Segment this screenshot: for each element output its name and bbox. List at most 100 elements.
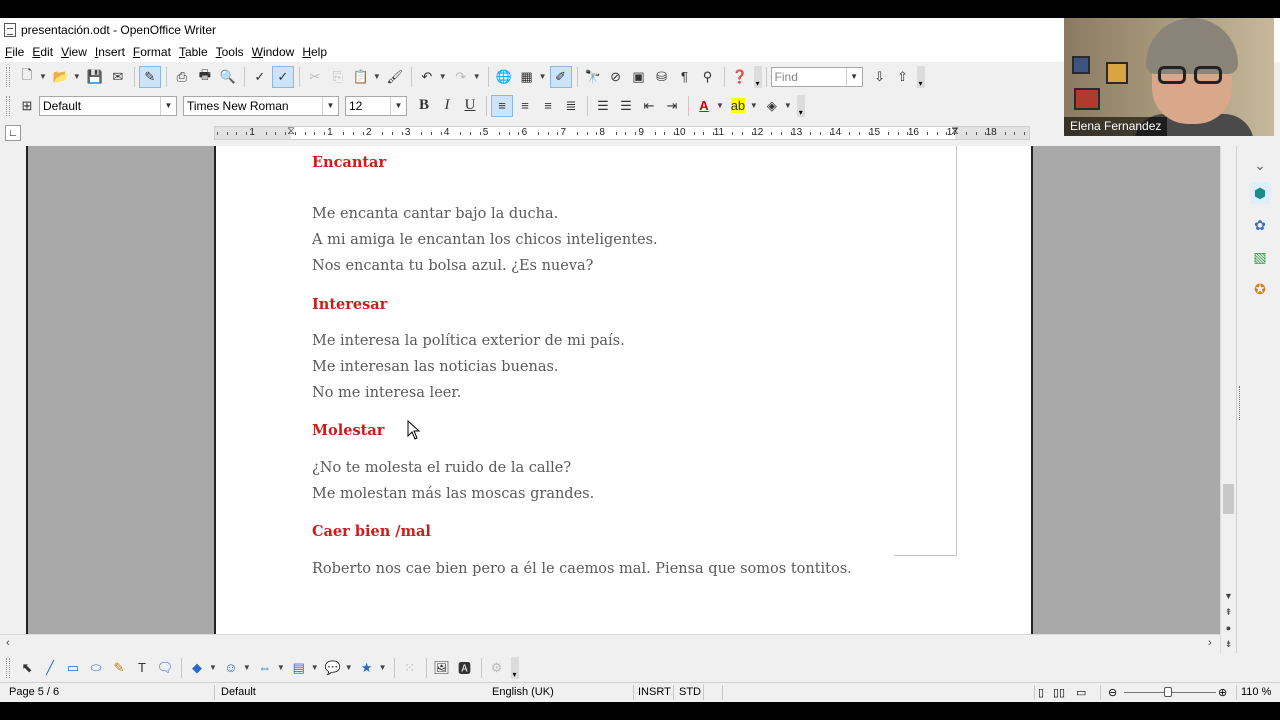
highlighting-icon[interactable]: ab [727, 95, 749, 117]
scroll-down-icon[interactable]: ▼ [1221, 589, 1236, 603]
ellipse-icon[interactable]: ⬭ [85, 657, 107, 679]
navigation-icon[interactable]: ● [1221, 621, 1236, 635]
gallery-icon[interactable]: ▧ [1249, 246, 1271, 268]
scroll-right-icon[interactable]: › [1208, 637, 1212, 649]
new-document-icon[interactable]: 🗋 [16, 66, 38, 88]
zoom-level-status[interactable]: 110 % [1241, 686, 1271, 698]
scroll-left-icon[interactable]: ‹ [6, 637, 10, 649]
numbering-icon[interactable]: ☰ [592, 95, 614, 117]
horizontal-scrollbar[interactable]: ‹ › [0, 634, 1220, 653]
font-name-select[interactable]: Times New Roman ▼ [183, 95, 339, 116]
gallery-icon[interactable]: ▣ [628, 66, 650, 88]
sidebar-menu-icon[interactable]: ⌄ [1249, 154, 1271, 176]
zoom-slider-handle[interactable] [1164, 687, 1172, 697]
navigator-icon[interactable]: ⊘ [605, 66, 627, 88]
find-replace-icon[interactable]: 🔭 [582, 66, 604, 88]
find-next-icon[interactable]: ⇩ [869, 66, 891, 88]
data-sources-icon[interactable]: ⛁ [651, 66, 673, 88]
flowcharts-dropdown-icon[interactable]: ▼ [311, 663, 319, 672]
new-dropdown-icon[interactable]: ▼ [39, 72, 47, 81]
select-pointer-icon[interactable]: ⬉ [16, 657, 38, 679]
vertical-scrollbar[interactable]: ▼ ⇞ ● ⇟ [1220, 146, 1235, 654]
line-icon[interactable]: ╱ [39, 657, 61, 679]
page-number-status[interactable]: Page 5 / 6 [9, 686, 59, 698]
open-folder-icon[interactable]: 📂 [50, 66, 72, 88]
freeform-line-icon[interactable]: ✎ [108, 657, 130, 679]
font-color-icon[interactable]: A [693, 95, 715, 117]
flowcharts-icon[interactable]: ▤ [288, 657, 310, 679]
properties-icon[interactable]: ⬢ [1249, 182, 1271, 204]
help-icon[interactable]: ❓ [729, 66, 751, 88]
print-preview-icon[interactable]: 🔍 [217, 66, 239, 88]
undo-dropdown-icon[interactable]: ▼ [439, 72, 447, 81]
paste-dropdown-icon[interactable]: ▼ [373, 72, 381, 81]
extrusion-icon[interactable]: ⚙ [486, 657, 508, 679]
align-left-icon[interactable]: ≡ [491, 94, 513, 117]
redo-dropdown-icon[interactable]: ▼ [473, 72, 481, 81]
italic-icon[interactable]: I [436, 95, 458, 117]
next-page-icon[interactable]: ⇟ [1221, 637, 1236, 651]
copy-icon[interactable]: ⎘ [327, 66, 349, 88]
symbol-shapes-dropdown-icon[interactable]: ▼ [243, 663, 251, 672]
tab-type-selector[interactable]: ∟ [5, 125, 21, 141]
basic-shapes-dropdown-icon[interactable]: ▼ [209, 663, 217, 672]
toolbar-overflow-icon[interactable]: ▾ [753, 65, 762, 88]
underline-icon[interactable]: U [459, 95, 481, 117]
show-draw-functions-icon[interactable]: ✐ [549, 65, 572, 88]
points-icon[interactable]: ⁙ [399, 657, 421, 679]
menu-help[interactable]: Help [298, 45, 331, 59]
background-dropdown-icon[interactable]: ▼ [784, 101, 792, 110]
callouts-icon[interactable]: 🗨 [154, 657, 176, 679]
sidebar-resize-handle[interactable] [1239, 386, 1242, 420]
undo-icon[interactable]: ↶ [416, 66, 438, 88]
chevron-down-icon[interactable]: ▼ [390, 96, 406, 115]
text-icon[interactable]: T [131, 657, 153, 679]
menu-format[interactable]: Format [129, 45, 175, 59]
bold-icon[interactable]: B [413, 95, 435, 117]
print-icon[interactable]: 🖶 [194, 66, 216, 88]
findbar-overflow-icon[interactable]: ▾ [916, 65, 925, 88]
open-dropdown-icon[interactable]: ▼ [73, 72, 81, 81]
export-pdf-icon[interactable]: ⎙ [171, 66, 193, 88]
align-center-icon[interactable]: ≡ [514, 95, 536, 117]
clone-formatting-icon[interactable]: 🖌 [384, 66, 406, 88]
styles-icon[interactable]: ✿ [1249, 214, 1271, 236]
background-color-icon[interactable]: ◈ [761, 95, 783, 117]
menu-tools[interactable]: Tools [212, 45, 248, 59]
chevron-down-icon[interactable]: ▼ [322, 96, 338, 115]
symbol-shapes-icon[interactable]: ☺ [220, 657, 242, 679]
font-size-select[interactable]: 12 ▼ [345, 95, 407, 116]
zoom-out-icon[interactable]: ⊖ [1108, 686, 1117, 699]
rectangle-icon[interactable]: ▭ [62, 657, 84, 679]
from-file-icon[interactable]: 🖼 [431, 657, 453, 679]
toolbar-grip[interactable] [6, 657, 10, 678]
toolbar-overflow-icon[interactable]: ▾ [510, 656, 519, 679]
scroll-thumb[interactable] [1223, 484, 1234, 514]
formatting-marks-icon[interactable]: ¶ [674, 66, 696, 88]
horizontal-ruler[interactable]: ⧖ ⧖ 1 1 2 3 4 5 6 7 8 9 10 11 12 13 14 15 16 17 18 [214, 125, 1030, 140]
cut-icon[interactable]: ✂ [304, 66, 326, 88]
decrease-indent-icon[interactable]: ⇤ [638, 95, 660, 117]
redo-icon[interactable]: ↷ [450, 66, 472, 88]
paste-icon[interactable]: 📋 [350, 66, 372, 88]
previous-page-icon[interactable]: ⇞ [1221, 605, 1236, 619]
find-input[interactable]: Find ▼ [770, 66, 863, 87]
table-icon[interactable]: ▦ [516, 66, 538, 88]
align-right-icon[interactable]: ≡ [537, 95, 559, 117]
menu-file[interactable]: File [1, 45, 28, 59]
navigator-icon[interactable]: ✪ [1249, 278, 1271, 300]
block-arrows-dropdown-icon[interactable]: ▼ [277, 663, 285, 672]
callout-shapes-icon[interactable]: 💬 [322, 657, 344, 679]
font-color-dropdown-icon[interactable]: ▼ [716, 101, 724, 110]
zoom-in-icon[interactable]: ⊕ [1218, 686, 1227, 699]
callout-shapes-dropdown-icon[interactable]: ▼ [345, 663, 353, 672]
toolbar-grip[interactable] [6, 66, 10, 87]
highlight-dropdown-icon[interactable]: ▼ [750, 101, 758, 110]
chevron-down-icon[interactable]: ▼ [845, 67, 862, 86]
stars-icon[interactable]: ★ [356, 657, 378, 679]
indent-marker-icon[interactable]: ⧖ [287, 125, 295, 137]
find-previous-icon[interactable]: ⇧ [892, 66, 914, 88]
block-arrows-icon[interactable]: ⇔ [254, 657, 276, 679]
justify-icon[interactable]: ≣ [560, 95, 582, 117]
increase-indent-icon[interactable]: ⇥ [661, 95, 683, 117]
